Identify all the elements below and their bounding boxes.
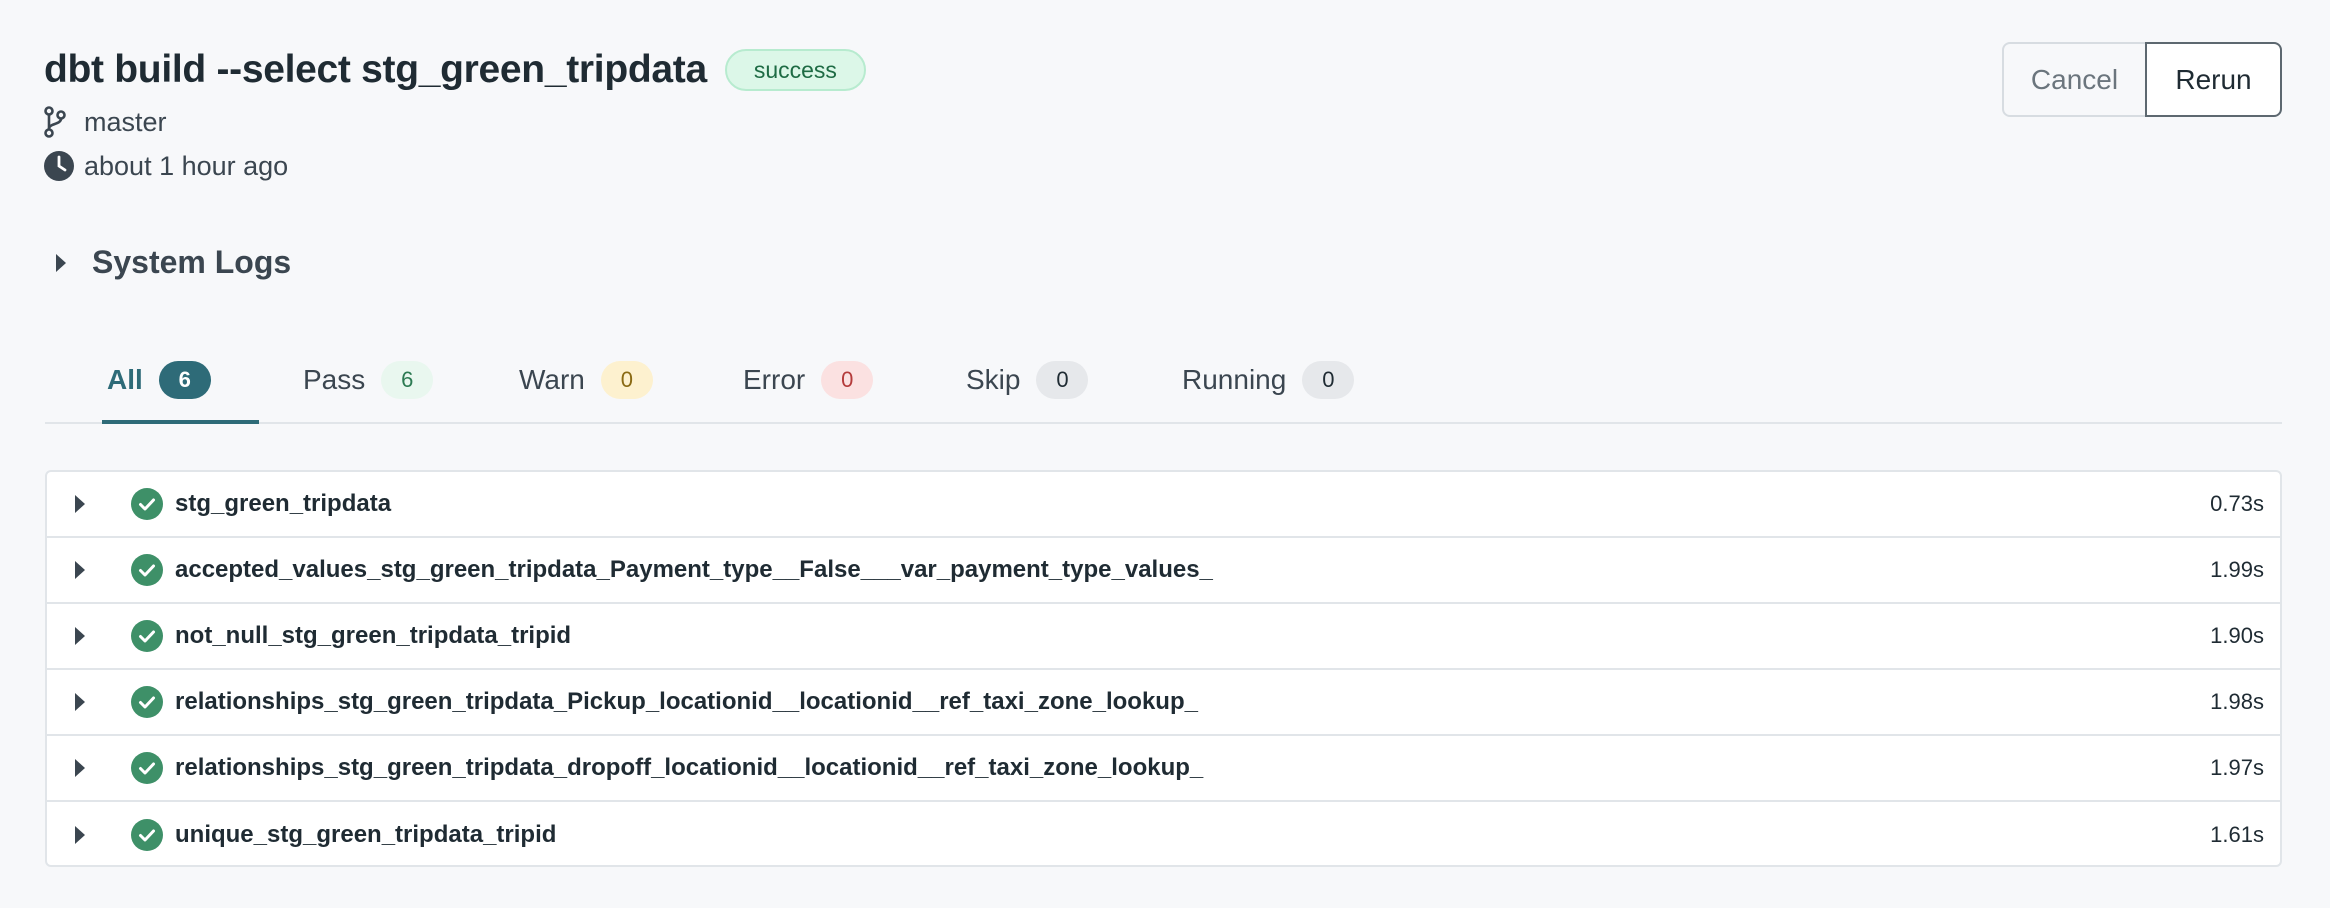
- tab-skip-count: 0: [1036, 361, 1089, 399]
- tab-pass-label: Pass: [303, 364, 366, 395]
- run-time: about 1 hour ago: [84, 150, 289, 181]
- system-logs-toggle[interactable]: System Logs: [54, 244, 291, 281]
- result-duration: 1.90s: [2210, 623, 2264, 648]
- result-row[interactable]: relationships_stg_green_tripdata_Pickup_…: [47, 670, 2280, 736]
- caret-right-icon[interactable]: [74, 670, 86, 734]
- tab-running[interactable]: Running 0: [1182, 338, 1355, 422]
- check-circle-icon: [131, 472, 163, 536]
- result-duration: 1.97s: [2210, 755, 2264, 780]
- check-circle-icon: [131, 604, 163, 668]
- result-name[interactable]: accepted_values_stg_green_tripdata_Payme…: [175, 556, 1213, 584]
- check-circle-icon: [131, 736, 163, 800]
- result-row[interactable]: not_null_stg_green_tripdata_tripid 1.90s: [47, 604, 2280, 670]
- tab-running-count: 0: [1302, 361, 1355, 399]
- title-row: dbt build --select stg_green_tripdata su…: [44, 42, 2282, 98]
- tab-skip-label: Skip: [966, 364, 1021, 395]
- result-name[interactable]: not_null_stg_green_tripdata_tripid: [175, 622, 571, 650]
- active-tab-indicator: [102, 420, 259, 424]
- result-name[interactable]: relationships_stg_green_tripdata_Pickup_…: [175, 688, 1198, 716]
- tab-error[interactable]: Error 0: [743, 338, 874, 422]
- tab-all[interactable]: All 6: [102, 338, 259, 424]
- result-name[interactable]: unique_stg_green_tripdata_tripid: [175, 821, 556, 849]
- run-actions: Cancel Rerun: [2002, 42, 2282, 117]
- tab-skip[interactable]: Skip 0: [966, 338, 1089, 422]
- tab-all-label: All: [107, 364, 143, 395]
- caret-right-icon[interactable]: [74, 472, 86, 536]
- result-row[interactable]: accepted_values_stg_green_tripdata_Payme…: [47, 538, 2280, 604]
- rerun-button[interactable]: Rerun: [2145, 42, 2282, 117]
- system-logs-label: System Logs: [92, 244, 292, 280]
- check-circle-icon: [131, 802, 163, 865]
- result-duration: 0.73s: [2210, 491, 2264, 516]
- result-row[interactable]: relationships_stg_green_tripdata_dropoff…: [47, 736, 2280, 802]
- caret-right-icon[interactable]: [74, 604, 86, 668]
- tab-warn[interactable]: Warn 0: [519, 338, 653, 422]
- cancel-button[interactable]: Cancel: [2002, 42, 2147, 117]
- caret-right-icon[interactable]: [74, 538, 86, 602]
- result-duration: 1.99s: [2210, 557, 2264, 582]
- status-badge: success: [724, 49, 866, 91]
- caret-right-icon: [54, 252, 78, 274]
- run-header: dbt build --select stg_green_tripdata su…: [44, 42, 2282, 192]
- tab-running-label: Running: [1182, 364, 1287, 395]
- clock-icon: [44, 150, 74, 182]
- result-name[interactable]: relationships_stg_green_tripdata_dropoff…: [175, 754, 1203, 782]
- tab-warn-count: 0: [600, 361, 653, 399]
- tab-error-label: Error: [743, 364, 806, 395]
- result-name[interactable]: stg_green_tripdata: [175, 490, 391, 518]
- results-list: stg_green_tripdata 0.73s accepted_values…: [45, 470, 2282, 867]
- branch-name: master: [84, 106, 167, 137]
- branch-row: master: [44, 102, 2282, 142]
- caret-right-icon[interactable]: [74, 736, 86, 800]
- result-tabs: All 6 Pass 6 Warn 0 Error 0 Skip 0 Runni…: [45, 338, 2282, 424]
- tab-all-count: 6: [158, 361, 211, 399]
- tab-warn-label: Warn: [519, 364, 585, 395]
- check-circle-icon: [131, 538, 163, 602]
- result-row[interactable]: unique_stg_green_tripdata_tripid 1.61s: [47, 802, 2280, 865]
- page-title: dbt build --select stg_green_tripdata: [44, 48, 707, 91]
- git-branch-icon: [44, 106, 74, 138]
- tab-pass[interactable]: Pass 6: [303, 338, 434, 422]
- result-duration: 1.98s: [2210, 689, 2264, 714]
- time-row: about 1 hour ago: [44, 146, 2282, 186]
- caret-right-icon[interactable]: [74, 802, 86, 865]
- result-duration: 1.61s: [2210, 822, 2264, 847]
- check-circle-icon: [131, 670, 163, 734]
- tab-pass-count: 6: [381, 361, 434, 399]
- result-row[interactable]: stg_green_tripdata 0.73s: [47, 472, 2280, 538]
- tab-error-count: 0: [821, 361, 874, 399]
